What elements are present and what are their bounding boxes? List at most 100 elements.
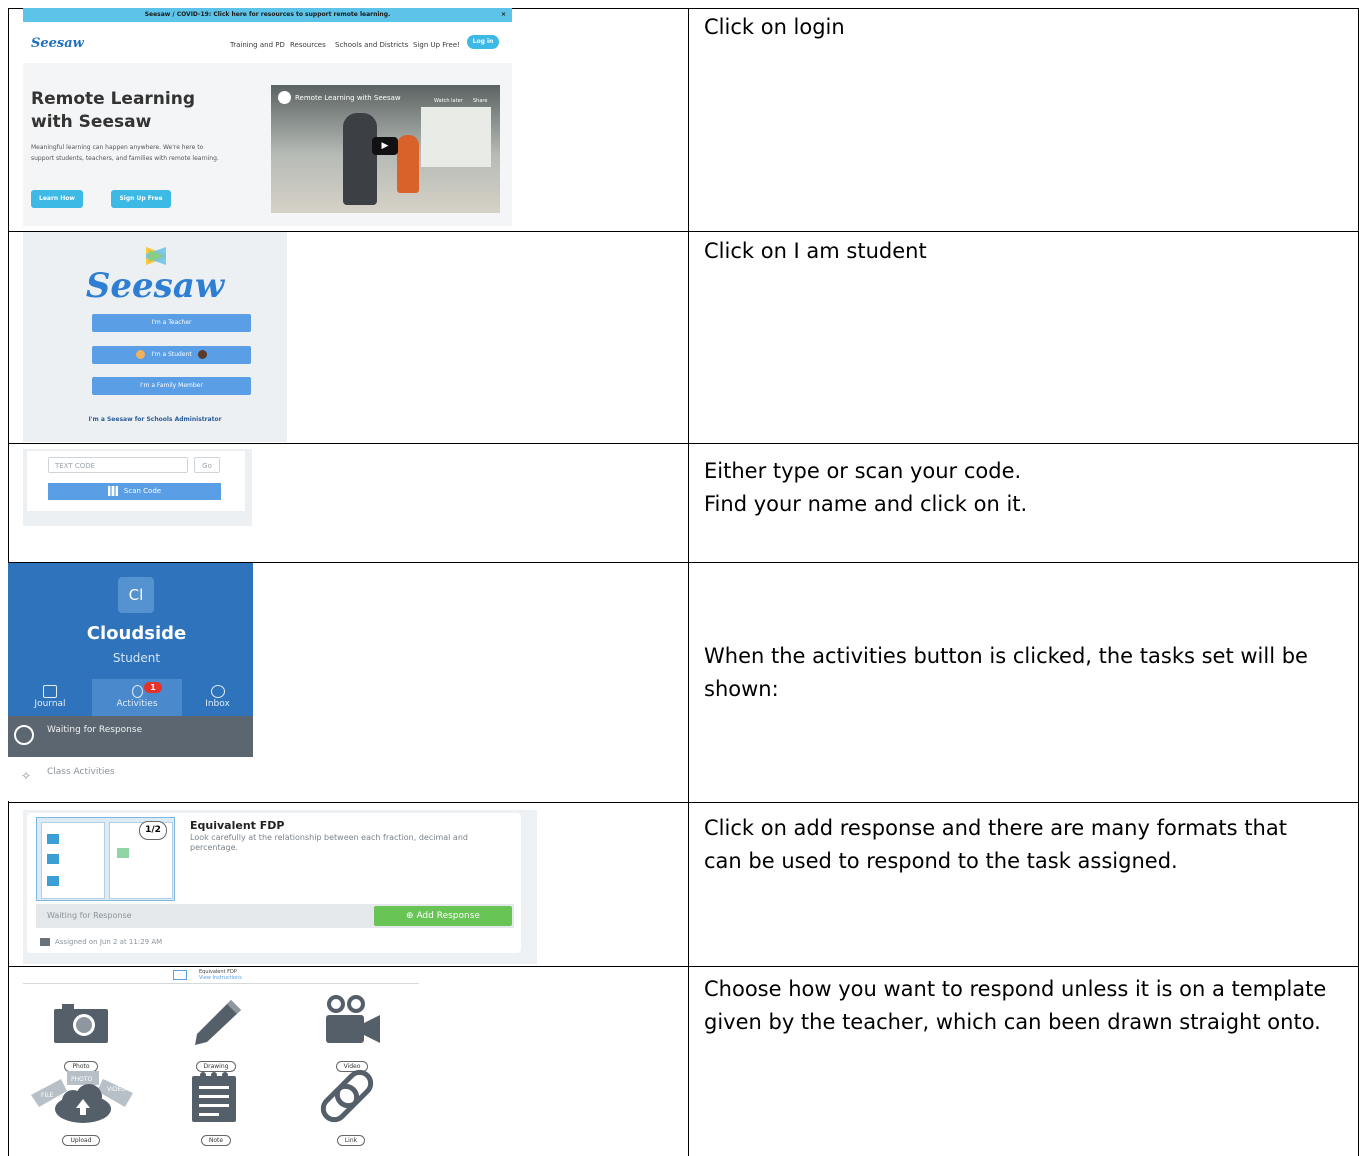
upload-option[interactable]: Upload <box>41 1129 121 1147</box>
row-divider <box>8 443 1359 444</box>
tab-inbox-label: Inbox <box>205 699 230 709</box>
nav-signup[interactable]: Sign Up Free! <box>413 41 460 49</box>
upload-tag-photo: PHOTO <box>71 1076 93 1083</box>
activity-card[interactable]: 1/2 Equivalent FDP Look carefully at the… <box>27 813 521 953</box>
play-icon[interactable]: ▶ <box>372 137 398 155</box>
fraction-tile <box>47 834 59 844</box>
clock-icon <box>14 725 34 745</box>
activity-description: Look carefully at the relationship betwe… <box>190 833 468 852</box>
response-options-screenshot: Equivalent FDP View Instructions Photo D… <box>23 967 419 1150</box>
waiting-for-response-row[interactable]: Waiting for Response <box>8 716 253 757</box>
learn-how-button[interactable]: Learn How <box>31 190 83 208</box>
student-button[interactable]: I'm a Student <box>92 346 251 364</box>
student-face-icon <box>136 350 146 359</box>
waiting-label: Waiting for Response <box>47 725 143 735</box>
tab-activities-label: Activities <box>116 699 158 709</box>
response-bar: Waiting for Response ⊕ Add Response <box>36 904 514 928</box>
hero-headline: Remote Learning with Seesaw <box>31 88 221 134</box>
camera-icon[interactable] <box>54 1003 108 1043</box>
channel-icon <box>278 91 291 104</box>
seesaw-wordmark: Seesaw <box>85 266 225 306</box>
qr-code-icon <box>107 486 118 496</box>
fraction-tile <box>47 854 59 864</box>
view-instructions-link[interactable]: View Instructions <box>199 975 242 981</box>
seesaw-ribbon-icon <box>146 247 166 265</box>
response-header: Equivalent FDP View Instructions <box>23 967 419 984</box>
teacher-button[interactable]: I'm a Teacher <box>92 314 251 332</box>
upload-tag-file: FILE <box>41 1092 54 1099</box>
role-chooser-screenshot: Seesaw I'm a Teacher I'm a Student I'm a… <box>23 232 287 442</box>
video-window <box>421 107 491 167</box>
seesaw-logo[interactable]: Seesaw <box>31 36 84 51</box>
scan-code-button[interactable]: Scan Code <box>48 483 221 500</box>
lightbulb-icon <box>131 685 143 698</box>
tab-inbox[interactable]: Inbox <box>182 679 253 716</box>
calendar-icon <box>40 938 50 946</box>
upload-tag-video: VIDEO <box>107 1086 126 1093</box>
upload-cloud-icon[interactable]: FILE PHOTO VIDEO <box>27 1069 139 1127</box>
instruction-step-6: Choose how you want to respond unless it… <box>704 977 1327 1034</box>
lightbulb-icon: ✧ <box>21 769 32 783</box>
sign-up-free-button[interactable]: Sign Up Free <box>111 190 171 208</box>
note-label: Note <box>200 1135 232 1146</box>
fraction-badge: 1/2 <box>139 821 167 840</box>
note-option[interactable]: Note <box>176 1129 256 1147</box>
nav-schools[interactable]: Schools and Districts <box>335 41 408 49</box>
instruction-step-4: When the activities button is clicked, t… <box>704 644 1308 701</box>
instruction-step-3b: Find your name and click on it. <box>704 492 1028 516</box>
video-child <box>397 135 419 193</box>
upload-label: Upload <box>62 1135 100 1146</box>
class-activities-item[interactable]: Class Activities <box>47 767 115 777</box>
scan-code-label: Scan Code <box>123 487 162 495</box>
seesaw-homepage-screenshot: Seesaw / COVID-19: Click here for resour… <box>23 8 512 226</box>
assigned-date: Assigned on Jun 2 at 11:29 AM <box>55 938 163 946</box>
instruction-step-5: Click on add response and there are many… <box>704 816 1287 873</box>
student-role: Student <box>112 651 161 665</box>
add-response-button[interactable]: ⊕ Add Response <box>374 906 512 926</box>
student-face-icon <box>197 350 207 359</box>
share-label[interactable]: Share <box>473 98 487 104</box>
code-entry-screenshot: TEXT CODE Go Scan Code <box>23 449 252 526</box>
cropped-heading <box>0 0 1359 4</box>
chat-icon <box>210 685 225 698</box>
student-name: Cloudside <box>86 623 187 644</box>
instruction-step-1: Click on login <box>704 15 845 39</box>
tab-journal-label: Journal <box>34 699 66 709</box>
book-icon <box>43 685 57 698</box>
row-divider <box>8 802 1359 803</box>
tab-journal[interactable]: Journal <box>8 679 92 716</box>
add-response-label: Add Response <box>416 911 480 921</box>
fraction-tile <box>47 876 59 886</box>
login-button[interactable]: Log in <box>467 35 499 49</box>
video-title: Remote Learning with Seesaw <box>295 94 401 102</box>
hero-description: Meaningful learning can happen anywhere.… <box>31 144 219 162</box>
nav-resources[interactable]: Resources <box>290 41 326 49</box>
family-button[interactable]: I'm a Family Member <box>92 377 251 395</box>
fraction-tile <box>117 848 129 858</box>
covid-banner[interactable]: Seesaw / COVID-19: Click here for resour… <box>23 8 512 22</box>
video-camera-icon[interactable] <box>324 993 382 1045</box>
close-icon[interactable]: × <box>501 8 506 22</box>
activity-card-screenshot: 1/2 Equivalent FDP Look carefully at the… <box>23 810 537 964</box>
admin-link[interactable]: I'm a Seesaw for Schools Administrator <box>23 416 287 423</box>
link-option[interactable]: Link <box>311 1129 391 1147</box>
code-card: TEXT CODE Go Scan Code <box>27 451 245 511</box>
video-person <box>343 113 377 205</box>
status-label: Waiting for Response <box>47 911 132 920</box>
activity-title[interactable]: Equivalent FDP <box>190 819 284 832</box>
notepad-icon[interactable] <box>192 1070 236 1122</box>
avatar: Cl <box>118 577 154 613</box>
student-button-label: I'm a Student <box>151 351 192 358</box>
text-code-input[interactable]: TEXT CODE <box>48 457 188 473</box>
intro-video[interactable]: Remote Learning with Seesaw Watch later … <box>271 85 500 213</box>
hero-headline-line-1: Remote Learning <box>31 89 196 109</box>
notification-badge: 1 <box>144 682 162 693</box>
column-divider <box>688 8 689 1156</box>
link-icon[interactable] <box>317 1068 379 1124</box>
nav-training[interactable]: Training and PD <box>230 41 285 49</box>
tab-activities[interactable]: Activities 1 <box>92 679 182 716</box>
worksheet-icon <box>173 970 187 980</box>
watch-later-label[interactable]: Watch later <box>434 98 463 104</box>
go-button[interactable]: Go <box>194 457 220 473</box>
pencil-icon[interactable] <box>191 998 243 1046</box>
